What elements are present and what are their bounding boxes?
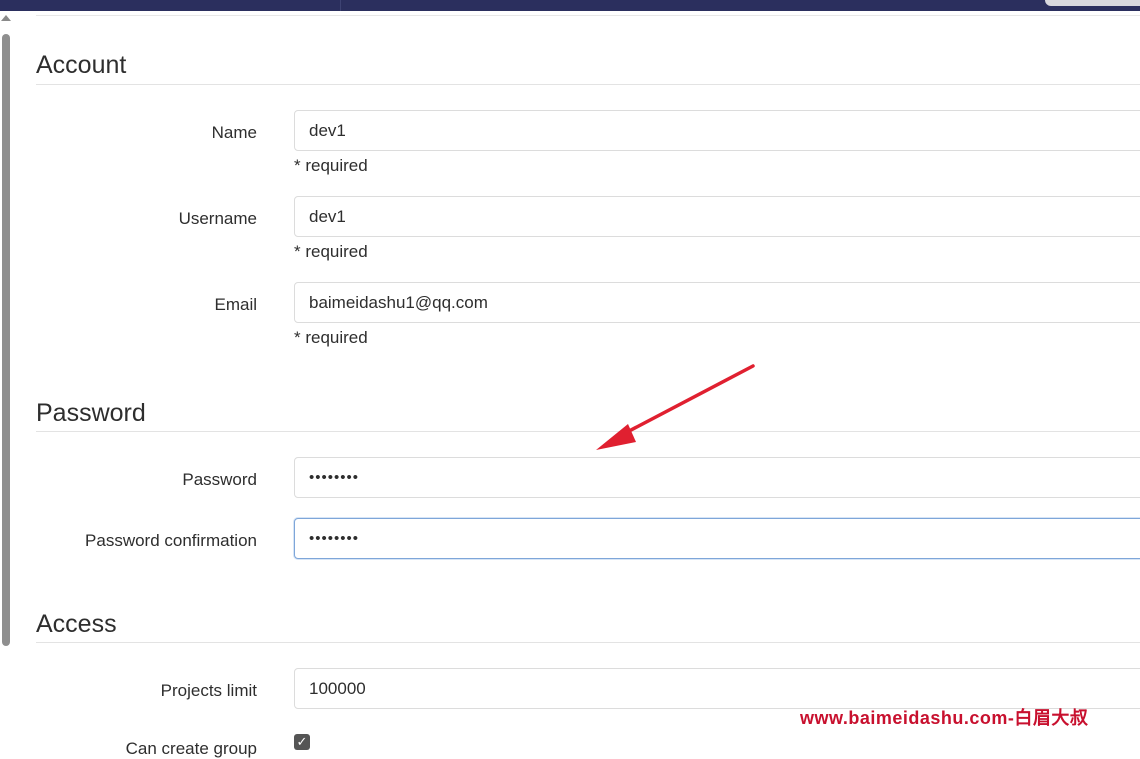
password-confirmation-input[interactable]	[294, 518, 1140, 559]
password-label: Password	[182, 470, 257, 489]
section-divider-access	[36, 642, 1140, 643]
can-create-group-checkbox[interactable]: ✓	[294, 734, 310, 750]
section-divider-account	[36, 84, 1140, 85]
can-create-group-label: Can create group	[125, 739, 257, 758]
projects-limit-input[interactable]	[294, 668, 1140, 709]
password-input[interactable]	[294, 457, 1140, 498]
section-title-account: Account	[36, 51, 127, 79]
section-divider-password	[36, 431, 1140, 432]
navbar-divider	[340, 0, 341, 11]
username-required-hint: * required	[294, 242, 368, 261]
email-required-hint: * required	[294, 328, 368, 347]
projects-limit-label: Projects limit	[160, 681, 257, 700]
username-label: Username	[178, 209, 257, 228]
section-title-password: Password	[36, 399, 146, 427]
name-label: Name	[211, 123, 257, 142]
password-confirmation-label: Password confirmation	[85, 531, 257, 550]
red-arrow-icon	[596, 364, 755, 450]
scrollbar-thumb[interactable]	[2, 34, 10, 646]
section-title-access: Access	[36, 610, 117, 638]
top-divider	[36, 15, 1140, 16]
scroll-up-arrow-icon[interactable]	[1, 15, 11, 21]
watermark-text: www.baimeidashu.com-白眉大叔	[800, 708, 1089, 728]
navbar-button-edge[interactable]	[1045, 0, 1140, 6]
top-navbar	[0, 0, 1140, 11]
email-input[interactable]	[294, 282, 1140, 323]
username-input[interactable]	[294, 196, 1140, 237]
email-label: Email	[214, 295, 257, 314]
check-mark-icon: ✓	[296, 734, 308, 749]
name-required-hint: * required	[294, 156, 368, 175]
name-input[interactable]	[294, 110, 1140, 151]
